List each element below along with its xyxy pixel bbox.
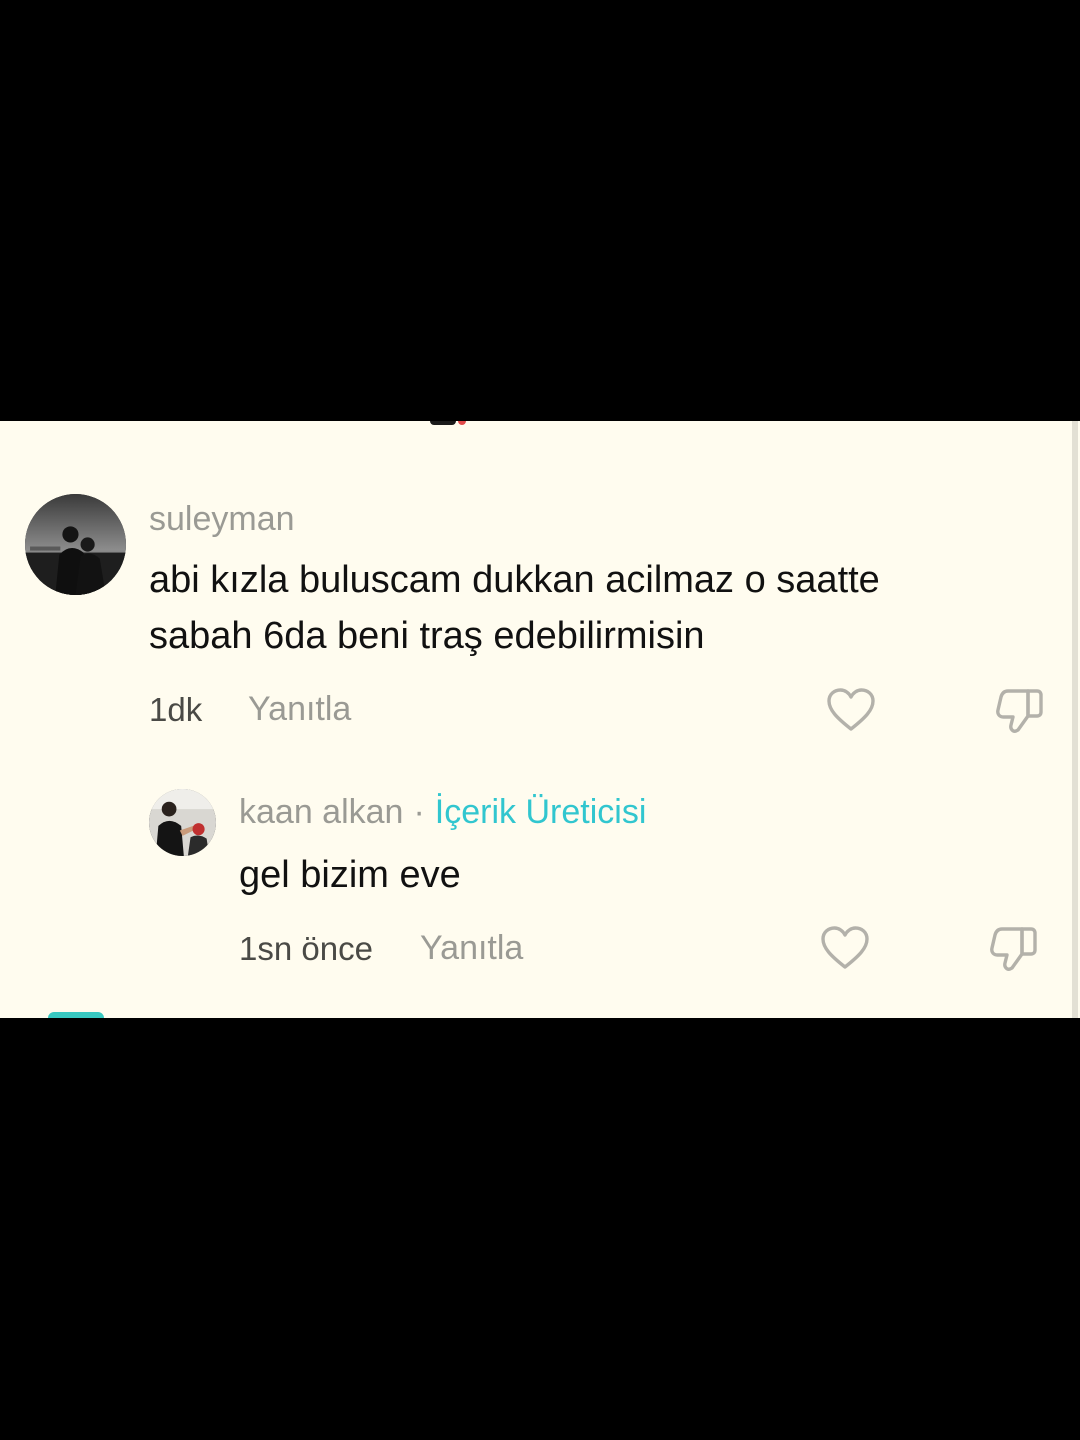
next-comment-remnant bbox=[48, 1012, 104, 1018]
comment-text-line: abi kızla buluscam dukkan acilmaz o saat… bbox=[149, 559, 880, 601]
previous-comment-remnant bbox=[430, 421, 456, 425]
reply-button[interactable]: Yanıtla bbox=[420, 929, 523, 968]
comment-username[interactable]: suleyman bbox=[149, 500, 295, 539]
thumbs-down-icon bbox=[990, 927, 1037, 971]
separator-dot: · bbox=[413, 793, 425, 831]
reply-username-row: kaan alkan · İçerik Üreticisi bbox=[239, 793, 646, 832]
thumbs-down-icon bbox=[996, 689, 1043, 733]
like-button[interactable] bbox=[825, 686, 877, 734]
dislike-button[interactable] bbox=[988, 924, 1040, 972]
like-button[interactable] bbox=[819, 924, 871, 972]
heart-icon bbox=[821, 926, 869, 969]
creator-badge: İçerik Üreticisi bbox=[434, 793, 647, 831]
previous-comment-remnant-accent bbox=[458, 421, 466, 425]
comment-text-line: sabah 6da beni traş edebilirmisin bbox=[149, 615, 705, 657]
user-avatar-photo bbox=[149, 789, 216, 856]
comments-panel: suleyman abi kızla buluscam dukkan acilm… bbox=[0, 421, 1080, 1018]
reply-text: gel bizim eve bbox=[239, 854, 461, 896]
dislike-button[interactable] bbox=[994, 686, 1046, 734]
reply-button[interactable]: Yanıtla bbox=[248, 690, 351, 729]
reply-timestamp: 1sn önce bbox=[239, 930, 373, 967]
avatar[interactable] bbox=[149, 789, 216, 856]
heart-icon bbox=[827, 688, 875, 731]
scrollbar[interactable] bbox=[1072, 421, 1078, 1018]
video-frame: suleyman abi kızla buluscam dukkan acilm… bbox=[0, 0, 1080, 1440]
comment-timestamp: 1dk bbox=[149, 691, 203, 728]
avatar[interactable] bbox=[25, 494, 126, 595]
user-avatar-photo bbox=[25, 494, 126, 595]
reply-username[interactable]: kaan alkan bbox=[239, 793, 403, 831]
